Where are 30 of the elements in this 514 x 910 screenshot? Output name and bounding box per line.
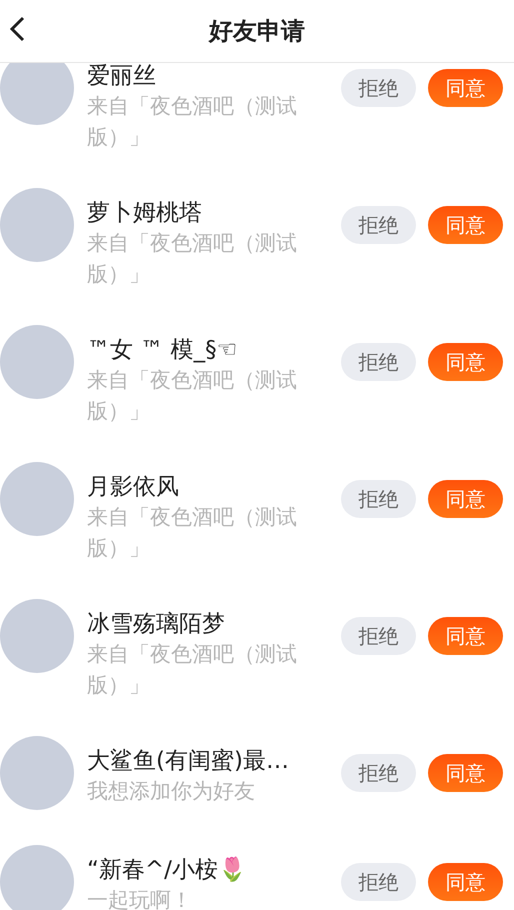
reject-button[interactable]: 拒绝 (341, 754, 416, 792)
accept-button[interactable]: 同意 (428, 480, 503, 518)
request-message: 来自「夜色酒吧（测试版）」 (87, 504, 298, 562)
back-icon[interactable] (8, 16, 26, 42)
accept-button[interactable]: 同意 (428, 343, 503, 381)
request-message: 来自「夜色酒吧（测试版）」 (87, 367, 298, 425)
request-message: 来自「夜色酒吧（测试版）」 (87, 230, 298, 288)
user-name: 萝卜姆桃塔 (87, 199, 203, 228)
reject-button[interactable]: 拒绝 (341, 480, 416, 518)
accept-button[interactable]: 同意 (428, 863, 503, 901)
reject-button[interactable]: 拒绝 (341, 69, 416, 107)
user-name: ™女 ™ 模_§☜ (87, 336, 238, 365)
accept-button[interactable]: 同意 (428, 617, 503, 655)
request-message: 来自「夜色酒吧（测试版）」 (87, 93, 298, 151)
reject-button[interactable]: 拒绝 (341, 617, 416, 655)
user-name: 冰雪殇璃陌梦 (87, 610, 226, 639)
request-message: 我想添加你为好友 (87, 778, 256, 805)
accept-button[interactable]: 同意 (428, 754, 503, 792)
user-name: 爱丽丝 (87, 63, 157, 91)
user-name: 月影依风 (87, 473, 180, 502)
request-message: 来自「夜色酒吧（测试版）」 (87, 641, 298, 699)
request-message: 一起玩啊！ (87, 887, 193, 910)
user-name: 大鲨鱼(有闺蜜)最… (87, 747, 290, 776)
reject-button[interactable]: 拒绝 (341, 343, 416, 381)
accept-button[interactable]: 同意 (428, 69, 503, 107)
accept-button[interactable]: 同意 (428, 206, 503, 244)
reject-button[interactable]: 拒绝 (341, 206, 416, 244)
page-title: 好友申请 (209, 16, 305, 47)
reject-button[interactable]: 拒绝 (341, 863, 416, 901)
user-name: “新春^/小桉🌷 (87, 856, 248, 885)
